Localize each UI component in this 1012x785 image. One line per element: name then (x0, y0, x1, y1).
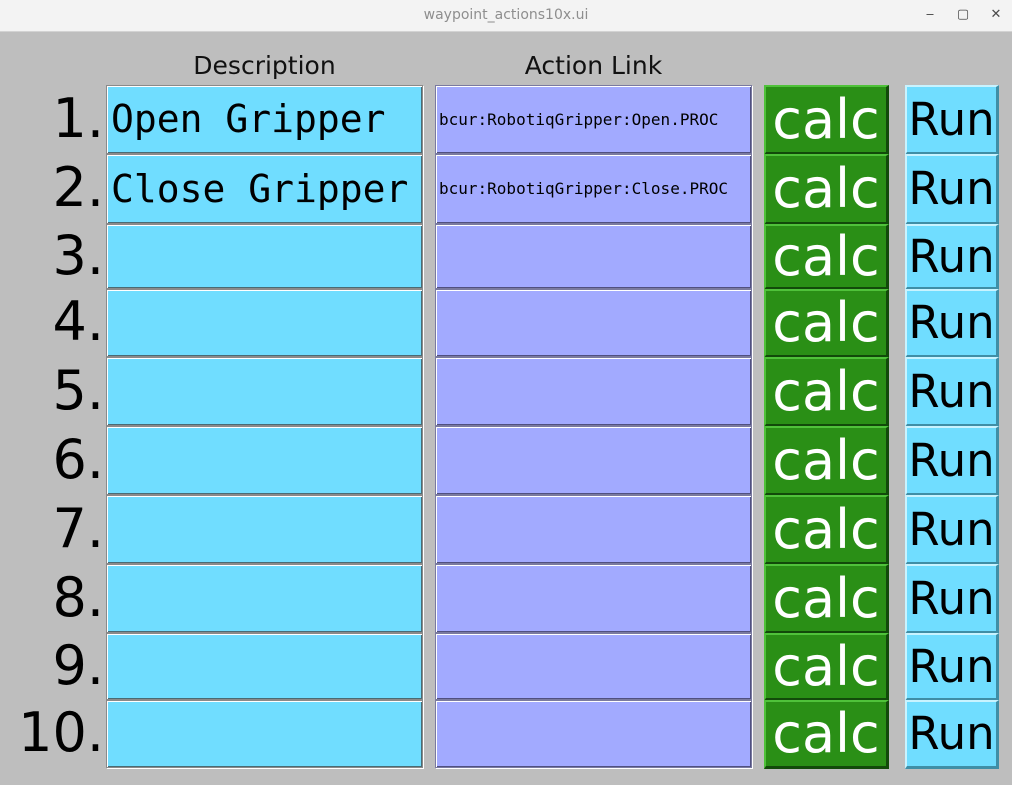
window-title: waypoint_actions10x.ui (423, 7, 589, 23)
row-number: 10. (18, 701, 104, 764)
run-button[interactable]: Run (905, 700, 999, 769)
run-button[interactable]: Run (905, 224, 999, 290)
run-button[interactable]: Run (905, 357, 999, 427)
calc-button[interactable]: calc (764, 224, 889, 290)
title-bar: waypoint_actions10x.ui ‒ ▢ ✕ (0, 0, 1012, 32)
waypoint-row: 9. calc Run (0, 633, 1012, 701)
calc-button[interactable]: calc (764, 633, 889, 701)
calc-button[interactable]: calc (764, 85, 889, 155)
minimize-icon[interactable]: ‒ (919, 6, 941, 24)
row-number: 5. (52, 358, 104, 422)
waypoint-row: 5. calc Run (0, 357, 1012, 427)
description-field[interactable]: Close Gripper (106, 154, 423, 224)
row-number: 8. (52, 565, 104, 629)
row-number: 9. (52, 633, 104, 697)
calc-button[interactable]: calc (764, 357, 889, 427)
description-field[interactable] (106, 564, 423, 633)
waypoint-row: 2. Close Gripper bcur:RobotiqGripper:Close… (0, 154, 1012, 225)
action-link-field[interactable] (435, 564, 752, 633)
waypoint-row: 4. calc Run (0, 289, 1012, 358)
action-link-field[interactable] (435, 289, 752, 357)
row-number: 6. (52, 427, 104, 491)
description-field[interactable] (106, 700, 423, 768)
row-number: 2. (52, 156, 104, 219)
action-link-field[interactable]: bcur:RobotiqGripper:Open.PROC (435, 85, 752, 154)
calc-button[interactable]: calc (764, 495, 889, 565)
waypoint-row: 8. calc Run (0, 564, 1012, 634)
close-icon[interactable]: ✕ (985, 6, 1007, 24)
maximize-icon[interactable]: ▢ (952, 6, 974, 24)
run-button[interactable]: Run (905, 495, 999, 565)
waypoint-row: 7. calc Run (0, 495, 1012, 565)
row-number: 7. (52, 496, 104, 560)
run-button[interactable]: Run (905, 154, 999, 225)
waypoint-row: 6. calc Run (0, 426, 1012, 496)
action-link-field[interactable] (435, 426, 752, 495)
calc-button[interactable]: calc (764, 154, 889, 225)
waypoint-row: 1. Open Gripper bcur:RobotiqGripper:Open.P… (0, 85, 1012, 155)
main-panel: Description Action Link 1. Open Gripper bc… (0, 33, 1012, 785)
action-link-field[interactable]: bcur:RobotiqGripper:Close.PROC (435, 154, 752, 224)
description-field[interactable] (106, 495, 423, 564)
calc-button[interactable]: calc (764, 289, 889, 358)
action-link-field[interactable] (435, 495, 752, 564)
action-link-field[interactable] (435, 357, 752, 426)
run-button[interactable]: Run (905, 289, 999, 358)
row-number: 4. (52, 290, 104, 353)
waypoint-row: 10. calc Run (0, 700, 1012, 769)
waypoint-row: 3. calc Run (0, 223, 1012, 290)
run-button[interactable]: Run (905, 633, 999, 701)
run-button[interactable]: Run (905, 426, 999, 496)
row-number: 1. (52, 86, 104, 150)
calc-button[interactable]: calc (764, 700, 889, 769)
description-field[interactable]: Open Gripper (106, 85, 423, 154)
description-field[interactable] (106, 633, 423, 700)
action-link-field[interactable] (435, 700, 752, 768)
row-number: 3. (52, 223, 104, 287)
run-button[interactable]: Run (905, 85, 999, 155)
description-header: Description (193, 51, 336, 80)
description-field[interactable] (106, 289, 423, 357)
description-field[interactable] (106, 357, 423, 426)
calc-button[interactable]: calc (764, 564, 889, 634)
action-link-field[interactable] (435, 633, 752, 700)
run-button[interactable]: Run (905, 564, 999, 634)
action-link-header: Action Link (524, 51, 663, 80)
calc-button[interactable]: calc (764, 426, 889, 496)
description-field[interactable] (106, 224, 423, 289)
action-link-field[interactable] (435, 224, 752, 289)
description-field[interactable] (106, 426, 423, 495)
